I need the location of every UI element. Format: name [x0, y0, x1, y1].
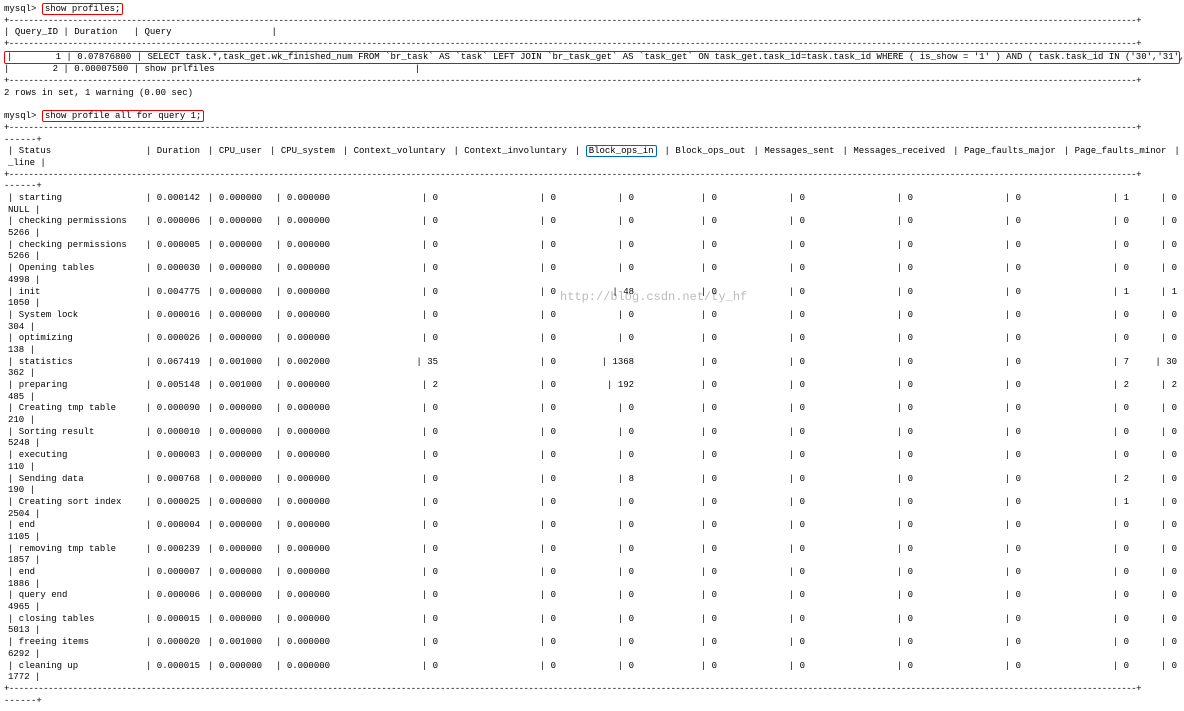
col-swaps: | Swaps [1170, 146, 1184, 158]
col-context_involuntary: | Context_involuntary [449, 146, 570, 158]
table-row: | removing tmp table| 0.000239| 0.000000… [4, 544, 1184, 556]
table-row: | query end| 0.000006| 0.000000| 0.00000… [4, 590, 1184, 602]
table-row: | preparing| 0.005148| 0.001000| 0.00000… [4, 380, 1184, 392]
table-row: | executing| 0.000003| 0.000000| 0.00000… [4, 450, 1184, 462]
col-block_ops_out: | Block_ops_out [661, 146, 750, 158]
col-page_faults_minor: | Page_faults_minor [1060, 146, 1171, 158]
query-row-1: | 1 | 0.07876800 | SELECT task.*,task_ge… [4, 51, 1180, 65]
terminal-output: mysql> show profiles; +-----------------… [4, 4, 1180, 707]
table-row: | checking permissions| 0.000005| 0.0000… [4, 240, 1184, 252]
table-row: | starting| 0.000142| 0.000000| 0.000000… [4, 193, 1184, 205]
profile-table: | Status| Duration| CPU_user| CPU_system… [4, 146, 1184, 169]
table-row: | Creating sort index| 0.000025| 0.00000… [4, 497, 1184, 509]
table-row: | Sorting result| 0.000010| 0.000000| 0.… [4, 427, 1184, 439]
table-row: | Creating tmp table| 0.000090| 0.000000… [4, 403, 1184, 415]
table-row: | Opening tables| 0.000030| 0.000000| 0.… [4, 263, 1184, 275]
table-row: | freeing items| 0.000020| 0.001000| 0.0… [4, 637, 1184, 649]
col-status: | Status [4, 146, 142, 158]
profile-data: | starting| 0.000142| 0.000000| 0.000000… [4, 193, 1184, 684]
rows-info: 2 rows in set, 1 warning (0.00 sec) [4, 88, 1180, 100]
col-page_faults_major: | Page_faults_major [949, 146, 1060, 158]
table-row: | statistics| 0.067419| 0.001000| 0.0020… [4, 357, 1184, 369]
table-row: | Sending data| 0.000768| 0.000000| 0.00… [4, 474, 1184, 486]
col-duration: | Duration [142, 146, 204, 158]
table-row: | end| 0.000007| 0.000000| 0.000000| 0| … [4, 567, 1184, 579]
table-row: | cleaning up| 0.000015| 0.000000| 0.000… [4, 661, 1184, 673]
command-2: show profile all for query 1; [42, 110, 205, 122]
table-row: | checking permissions| 0.000006| 0.0000… [4, 216, 1184, 228]
table-row: | end| 0.000004| 0.000000| 0.000000| 0| … [4, 520, 1184, 532]
col-context_voluntary: | Context_voluntary [339, 146, 450, 158]
table-row: | System lock| 0.000016| 0.000000| 0.000… [4, 310, 1184, 322]
table-row: | closing tables| 0.000015| 0.000000| 0.… [4, 614, 1184, 626]
col-messages_sent: | Messages_sent [750, 146, 839, 158]
command-1: show profiles; [42, 3, 124, 15]
col-cpu_user: | CPU_user [204, 146, 266, 158]
col-block_ops_in: | Block_ops_in [571, 146, 661, 158]
col-cpu_system: | CPU_system [266, 146, 339, 158]
table-row: | optimizing| 0.000026| 0.000000| 0.0000… [4, 333, 1184, 345]
table-row: | init| 0.004775| 0.000000| 0.000000| 0|… [4, 287, 1184, 299]
col-messages_received: | Messages_received [839, 146, 950, 158]
